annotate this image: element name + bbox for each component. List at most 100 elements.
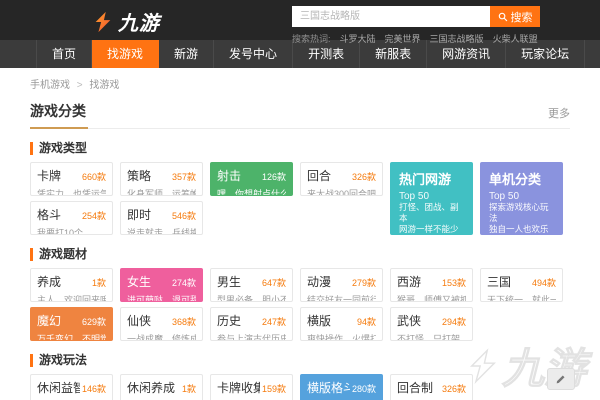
hot-search-label: 搜索热词: bbox=[292, 34, 331, 44]
edit-button[interactable] bbox=[547, 368, 575, 390]
category-card-title: 动漫 bbox=[307, 273, 331, 290]
section-game-theme: 游戏题材养成1款主人，欢迎回来哦女生274款进可萌哒，退可甜哒男生647款型男必… bbox=[30, 248, 570, 341]
promo-card-热门网游[interactable]: 热门网游Top 50打怪、团战、副本网游一样不能少 bbox=[390, 162, 473, 235]
category-card-top: 魔幻 629款 bbox=[37, 312, 106, 329]
more-link[interactable]: 更多 bbox=[548, 105, 570, 121]
category-card-desc: 猴哥，师傅又被抓了 bbox=[397, 293, 466, 302]
hot-word-2[interactable]: 三国志战略版 bbox=[430, 34, 484, 44]
category-card-即时[interactable]: 即时546款说走就走，兵线换线 bbox=[120, 201, 203, 235]
category-card-title: 休闲益智 bbox=[37, 379, 80, 396]
category-card-top: 男生647款 bbox=[217, 273, 286, 290]
category-card-魔幻[interactable]: 魔幻629款万千变幻，不明觉厉 bbox=[30, 307, 113, 341]
category-card-count: 647款 bbox=[262, 276, 286, 289]
nav-item-video[interactable]: 视频 bbox=[585, 40, 600, 68]
category-card-动漫[interactable]: 动漫279款结交好友一同前行 bbox=[300, 268, 383, 302]
pencil-icon bbox=[555, 373, 567, 385]
category-card-top: 卡牌 660款 bbox=[37, 167, 106, 184]
category-card-女生[interactable]: 女生274款进可萌哒，退可甜哒 bbox=[120, 268, 203, 302]
promo-card-desc: 打怪、团战、副本网游一样不能少 bbox=[399, 202, 464, 235]
category-card-卡牌收集[interactable]: 卡牌收集159款凭实力，也凭运气 bbox=[210, 374, 293, 400]
category-card-top: 休闲益智146款 bbox=[37, 379, 106, 396]
category-card-title: 策略 bbox=[127, 167, 151, 184]
category-card-三国[interactable]: 三国494款天下统一，就此一战 bbox=[480, 268, 563, 302]
category-card-count: 629款 bbox=[82, 315, 106, 328]
promo-card-title: 热门网游 bbox=[399, 169, 464, 188]
category-card-count: 280款 bbox=[352, 382, 376, 395]
category-card-count: 153款 bbox=[442, 276, 466, 289]
category-card-count: 254款 bbox=[82, 209, 106, 222]
category-card-西游[interactable]: 西游153款猴哥，师傅又被抓了 bbox=[390, 268, 473, 302]
category-card-desc: 结交好友一同前行 bbox=[307, 293, 376, 302]
nav-item-home[interactable]: 首页 bbox=[36, 40, 92, 68]
category-card-格斗[interactable]: 格斗254款我要打10个 bbox=[30, 201, 113, 235]
section-grid-game-theme: 养成1款主人，欢迎回来哦女生274款进可萌哒，退可甜哒男生647款型男必备，胆小… bbox=[30, 268, 570, 341]
promo-card-title: 单机分类 bbox=[489, 169, 554, 188]
category-card-count: 126款 bbox=[262, 170, 286, 183]
category-card-射击[interactable]: 射击126款嘿，你想射点什么 bbox=[210, 162, 293, 196]
category-card-title: 卡牌 bbox=[37, 167, 61, 184]
category-card-休闲养成[interactable]: 休闲养成1款主人，欢迎回来哦 bbox=[120, 374, 203, 400]
section-title-game-play: 游戏玩法 bbox=[30, 354, 570, 367]
hot-word-3[interactable]: 火柴人联盟 bbox=[493, 34, 538, 44]
category-card-武侠[interactable]: 武侠294款不打怪，只打架 bbox=[390, 307, 473, 341]
category-card-top: 卡牌收集159款 bbox=[217, 379, 286, 396]
page-header: 游戏分类 更多 bbox=[30, 101, 570, 129]
category-card-desc: 型男必备，胆小不玩 bbox=[217, 293, 286, 302]
logo-icon bbox=[92, 10, 114, 34]
promo-card-单机分类[interactable]: 单机分类 Top 50探索游戏核心玩法独自一人也欢乐 bbox=[480, 162, 563, 235]
category-card-top: 横版格斗280款 bbox=[307, 379, 376, 396]
search-icon bbox=[498, 12, 508, 22]
nav-item-new-games[interactable]: 新游 bbox=[159, 40, 214, 68]
category-card-策略[interactable]: 策略357款化身军师，运筹帷幄 bbox=[120, 162, 203, 196]
logo-text: 九游 bbox=[118, 7, 160, 36]
hot-word-0[interactable]: 斗罗大陆 bbox=[340, 34, 376, 44]
category-card-历史[interactable]: 历史247款参与上演古代历史剧 bbox=[210, 307, 293, 341]
category-card-count: 368款 bbox=[172, 315, 196, 328]
category-card-男生[interactable]: 男生647款型男必备，胆小不玩 bbox=[210, 268, 293, 302]
category-card-top: 回合制326款 bbox=[397, 379, 466, 396]
category-card-count: 660款 bbox=[82, 170, 106, 183]
breadcrumb-root[interactable]: 手机游戏 bbox=[30, 80, 70, 91]
category-card-仙侠[interactable]: 仙侠368款一战成魔，修炼成仙 bbox=[120, 307, 203, 341]
promo-card-desc-line: 网游一样不能少 bbox=[399, 224, 464, 235]
promo-card-subtitle: Top 50 bbox=[489, 191, 554, 202]
category-card-横版格斗[interactable]: 横版格斗280款爽快操作，火爆打击 bbox=[300, 374, 383, 400]
category-card-休闲益智[interactable]: 休闲益智146款地铁与公交不二选择 bbox=[30, 374, 113, 400]
nav-item-find-games[interactable]: 找游戏 bbox=[92, 40, 159, 68]
category-card-title: 回合 bbox=[307, 167, 331, 184]
category-card-desc: 进可萌哒，退可甜哒 bbox=[127, 293, 196, 302]
section-grid-game-play: 休闲益智146款地铁与公交不二选择休闲养成1款主人，欢迎回来哦卡牌收集159款凭… bbox=[30, 374, 570, 400]
category-card-desc: 参与上演古代历史剧 bbox=[217, 332, 286, 341]
search-button[interactable]: 搜索 bbox=[490, 6, 540, 27]
category-card-count: 159款 bbox=[262, 382, 286, 395]
promo-card-desc: 探索游戏核心玩法独自一人也欢乐 bbox=[489, 202, 554, 235]
category-card-title: 魔幻 bbox=[37, 312, 61, 329]
category-card-title: 回合制 bbox=[397, 379, 433, 396]
category-card-top: 回合 326款 bbox=[307, 167, 376, 184]
category-card-count: 1款 bbox=[182, 382, 196, 395]
category-card-养成[interactable]: 养成1款主人，欢迎回来哦 bbox=[30, 268, 113, 302]
promo-card-desc-line: 打怪、团战、副本 bbox=[399, 202, 464, 224]
nav-item-gift-center[interactable]: 发号中心 bbox=[214, 40, 293, 68]
category-card-count: 326款 bbox=[352, 170, 376, 183]
category-card-top: 策略 357款 bbox=[127, 167, 196, 184]
hot-search-row: 搜索热词: 斗罗大陆完美世界三国志战略版火柴人联盟 bbox=[292, 32, 540, 45]
category-card-count: 357款 bbox=[172, 170, 196, 183]
category-card-title: 横版格斗 bbox=[307, 379, 350, 396]
category-card-title: 养成 bbox=[37, 273, 61, 290]
breadcrumb-separator: > bbox=[77, 80, 83, 91]
hot-word-1[interactable]: 完美世界 bbox=[385, 34, 421, 44]
category-card-横版[interactable]: 横版94款爽快操作，火爆打击 bbox=[300, 307, 383, 341]
category-card-卡牌[interactable]: 卡牌660款凭实力，也凭运气 bbox=[30, 162, 113, 196]
category-card-top: 女生274款 bbox=[127, 273, 196, 290]
category-card-top: 三国494款 bbox=[487, 273, 556, 290]
category-card-top: 即时546款 bbox=[127, 206, 196, 223]
search-input[interactable] bbox=[292, 6, 490, 27]
category-sections: 游戏类型卡牌660款凭实力，也凭运气策略357款化身军师，运筹帷幄射击126款嘿… bbox=[30, 142, 570, 400]
category-card-回合制[interactable]: 回合制326款来大战三百回合吧 bbox=[390, 374, 473, 400]
category-card-回合[interactable]: 回合326款来大战300回合吧 bbox=[300, 162, 383, 196]
logo[interactable]: 九游 bbox=[92, 7, 160, 36]
category-card-desc: 天下统一，就此一战 bbox=[487, 293, 556, 302]
promo-card-desc-line: 独自一人也欢乐 bbox=[489, 224, 554, 235]
category-card-count: 247款 bbox=[262, 315, 286, 328]
